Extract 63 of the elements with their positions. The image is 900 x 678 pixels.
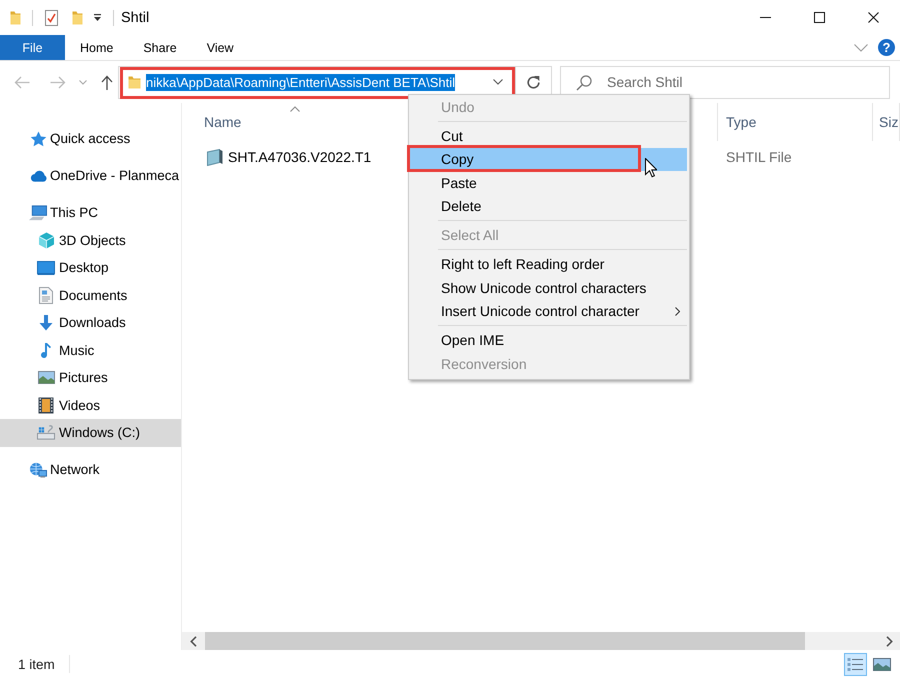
mouse-pointer-icon xyxy=(645,158,657,178)
nav-item[interactable]: Downloads xyxy=(0,309,181,336)
ribbon-tab[interactable]: View xyxy=(192,35,249,60)
file-name: SHT.A47036.V2022.T1 xyxy=(228,149,372,165)
globe-monitor-icon xyxy=(29,462,47,478)
menu-item[interactable]: Show Unicode control characters xyxy=(410,276,687,300)
minimize-icon xyxy=(760,17,770,18)
landscape-icon xyxy=(38,371,54,384)
drive-icon xyxy=(37,425,55,440)
item-count: 1 item xyxy=(18,656,55,672)
help-button[interactable]: ? xyxy=(878,39,895,56)
music-note-icon xyxy=(40,342,52,359)
menu-item[interactable]: Paste xyxy=(410,171,687,194)
search-icon xyxy=(576,74,592,90)
chevron-right-icon[interactable] xyxy=(886,636,892,646)
cube-icon xyxy=(38,232,54,249)
scrollbar-thumb[interactable] xyxy=(205,632,805,650)
nav-item[interactable]: 3D Objects xyxy=(0,226,181,254)
nav-item[interactable]: Videos xyxy=(0,392,181,419)
download-arrow-icon xyxy=(39,314,53,331)
folder-icon xyxy=(128,75,141,89)
nav-item[interactable]: Network xyxy=(0,456,181,484)
document-icon xyxy=(39,286,53,304)
star-icon xyxy=(30,130,46,147)
nav-item[interactable]: This PC xyxy=(0,199,181,226)
nav-item[interactable]: Desktop xyxy=(0,254,181,282)
menu-item[interactable]: Open IME xyxy=(410,328,687,352)
chevron-left-icon[interactable] xyxy=(190,636,196,646)
address-path[interactable]: nikka\AppData\Roaming\Entteri\AssisDent BETA\Shtil xyxy=(146,74,456,90)
file-icon xyxy=(205,148,223,166)
column-header[interactable]: Name xyxy=(182,103,408,141)
cloud-icon xyxy=(29,170,47,182)
chevron-right-icon xyxy=(675,306,680,316)
chevron-down-icon[interactable] xyxy=(493,79,503,85)
nav-item[interactable]: Windows (C:) xyxy=(0,419,181,446)
refresh-icon xyxy=(526,74,541,90)
search-field[interactable]: Search Shtil xyxy=(560,66,890,98)
window-title: Shtil xyxy=(121,10,150,26)
arrow-up-icon[interactable] xyxy=(101,74,113,90)
menu-item[interactable]: Copy xyxy=(410,148,687,171)
nav-item[interactable]: Quick access xyxy=(0,125,181,152)
computer-icon xyxy=(29,204,47,221)
close-icon xyxy=(868,12,878,23)
monitor-icon xyxy=(37,260,55,275)
document-check-icon[interactable] xyxy=(45,10,58,26)
film-strip-icon xyxy=(38,396,54,414)
column-header[interactable]: Type xyxy=(718,103,873,141)
menu-item[interactable]: Insert Unicode control character xyxy=(410,300,687,323)
menu-item[interactable]: Right to left Reading order xyxy=(410,252,687,276)
nav-item[interactable]: Music xyxy=(0,336,181,364)
menu-item[interactable]: Cut xyxy=(410,124,687,148)
nav-item[interactable]: Pictures xyxy=(0,364,181,392)
caret-down-icon[interactable] xyxy=(93,13,102,22)
ribbon-tab[interactable]: Home xyxy=(65,35,128,60)
column-header[interactable]: Siz xyxy=(873,103,900,141)
ribbon-tab[interactable]: Share xyxy=(128,35,192,60)
chevron-up-icon xyxy=(290,106,300,112)
maximize-icon xyxy=(814,12,824,23)
ribbon-menu-button[interactable]: File xyxy=(0,35,65,60)
menu-item[interactable]: Delete xyxy=(410,194,687,218)
nav-item[interactable]: Documents xyxy=(0,282,181,309)
file-type: SHTIL File xyxy=(726,149,792,165)
nav-item[interactable]: OneDrive - Planmeca xyxy=(0,162,181,190)
